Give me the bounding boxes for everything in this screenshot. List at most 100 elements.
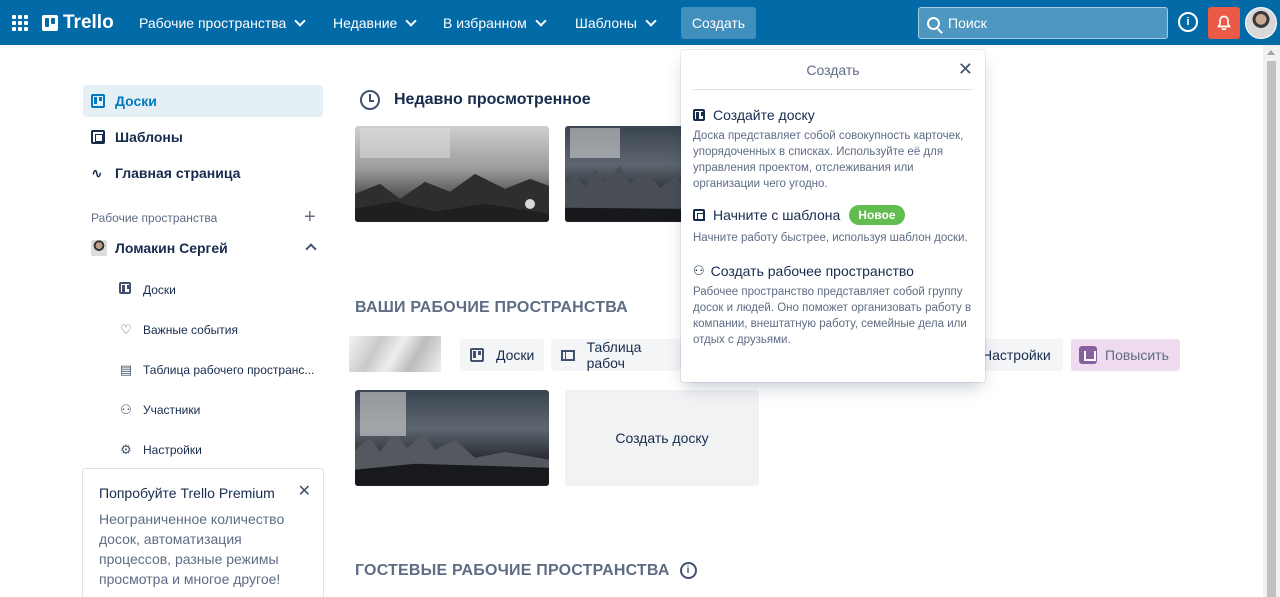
workspace-item-table[interactable]: ▤ Таблица рабочего пространс...	[119, 362, 315, 378]
board-icon	[91, 94, 105, 108]
tab-label: Таблица рабоч	[586, 339, 642, 371]
workspaces-heading: Рабочие пространства	[91, 211, 218, 225]
close-icon[interactable]: ✕	[958, 59, 973, 80]
chevron-down-icon	[535, 14, 547, 27]
logo-text: Trello	[63, 12, 114, 33]
popover-header: Создать ✕	[693, 50, 973, 90]
close-icon[interactable]: ✕	[298, 481, 311, 501]
workspace-item-members[interactable]: ⚇ Участники	[119, 402, 200, 418]
clock-icon	[360, 90, 380, 110]
guest-workspaces-heading: ГОСТЕВЫЕ РАБОЧИЕ ПРОСТРАНСТВА i	[355, 562, 697, 580]
board-icon	[470, 348, 484, 362]
chevron-down-icon	[294, 14, 306, 27]
add-workspace-icon[interactable]: +	[304, 206, 316, 229]
tab-workspace-table[interactable]: Таблица рабоч	[551, 339, 681, 371]
board-tile-workspace-1[interactable]	[355, 390, 549, 486]
create-workspace-option[interactable]: ⚇ Создать рабочее пространство Рабочее п…	[693, 263, 973, 348]
workspace-header[interactable]: Ломакин Сергей	[91, 240, 228, 256]
scrollbar-thumb[interactable]	[1267, 61, 1276, 597]
bell-icon	[1216, 15, 1232, 31]
app-switcher-icon[interactable]	[12, 15, 28, 31]
workspace-item-settings[interactable]: ⚙ Настройки	[119, 442, 202, 458]
trello-logo-icon	[42, 15, 58, 31]
workspace-item-boards[interactable]: Доски	[119, 282, 176, 297]
workspace-item-label: Участники	[143, 403, 201, 417]
board-background	[355, 174, 549, 222]
option-title: Создайте доску	[693, 107, 973, 123]
nav-recent-label: Недавние	[333, 15, 398, 31]
scroll-up-arrow-icon[interactable]	[1267, 50, 1275, 55]
notifications-button[interactable]	[1208, 7, 1240, 39]
recent-title: Недавно просмотренное	[394, 91, 591, 108]
table-icon: ▤	[119, 362, 133, 377]
search-input[interactable]	[948, 15, 1148, 31]
nav-templates[interactable]: Шаблоны	[567, 8, 663, 38]
workspace-avatar	[91, 240, 107, 256]
start-from-template-option[interactable]: Начните с шаблона Новое Начните работу б…	[693, 205, 973, 246]
option-title: ⚇ Создать рабочее пространство	[693, 263, 973, 279]
board-icon	[693, 109, 705, 121]
create-popover: Создать ✕ Создайте доску Доска представл…	[681, 50, 985, 382]
workspace-item-highlights[interactable]: ♡ Важные события	[119, 322, 238, 338]
nav-starred-label: В избранном	[443, 15, 527, 31]
chevron-down-icon	[405, 14, 417, 27]
upgrade-icon	[1079, 346, 1097, 364]
upgrade-button[interactable]: Повысить	[1071, 339, 1180, 371]
option-title-text: Создайте доску	[713, 107, 815, 123]
sidebar-item-label: Главная страница	[115, 165, 241, 181]
board-tile-recent-1[interactable]	[355, 126, 549, 222]
sidebar-item-templates[interactable]: Шаблоны	[83, 121, 323, 153]
your-workspaces-heading: ВАШИ РАБОЧИЕ ПРОСТРАНСТВА	[355, 299, 628, 316]
workspace-name: Ломакин Сергей	[115, 240, 228, 256]
info-icon[interactable]: i	[1178, 12, 1198, 32]
top-navigation-bar: Trello Рабочие пространства Недавние В и…	[0, 0, 1280, 45]
popover-title: Создать	[806, 61, 860, 78]
create-button[interactable]: Создать	[681, 7, 756, 39]
option-description: Доска представляет собой совокупность ка…	[693, 130, 964, 190]
search-box[interactable]	[918, 7, 1168, 39]
option-description: Начните работу быстрее, используя шаблон…	[693, 232, 968, 244]
scrollbar[interactable]	[1263, 45, 1280, 597]
trello-logo[interactable]: Trello	[42, 12, 114, 34]
info-icon[interactable]: i	[679, 562, 697, 580]
sidebar-item-label: Шаблоны	[115, 129, 183, 145]
option-title: Начните с шаблона Новое	[693, 205, 973, 225]
nav-workspaces-label: Рабочие пространства	[139, 15, 287, 31]
new-badge: Новое	[849, 205, 905, 225]
activity-icon: ∿	[91, 164, 103, 181]
nav-starred[interactable]: В избранном	[435, 8, 553, 38]
sidebar-item-boards[interactable]: Доски	[83, 85, 323, 117]
create-board-option[interactable]: Создайте доску Доска представляет собой …	[693, 107, 973, 192]
tab-boards[interactable]: Доски	[460, 339, 545, 371]
tab-label: Доски	[496, 347, 535, 363]
recent-heading: Недавно просмотренное	[360, 90, 591, 110]
tab-settings[interactable]: Настройки	[972, 339, 1063, 371]
members-icon: ⚇	[120, 402, 132, 417]
premium-promo-card: Попробуйте Trello Premium ✕ Неограниченн…	[82, 468, 324, 597]
user-avatar[interactable]	[1245, 7, 1277, 39]
gear-icon: ⚙	[120, 442, 132, 457]
board-icon	[119, 282, 133, 297]
table-icon	[561, 349, 575, 361]
workspace-name-blurred	[349, 336, 441, 372]
board-indicator	[525, 199, 535, 209]
promo-title: Попробуйте Trello Premium	[99, 485, 275, 501]
workspace-item-label: Важные события	[143, 323, 238, 337]
tab-label: Настройки	[982, 347, 1051, 363]
sidebar-item-home[interactable]: ∿ Главная страница	[83, 157, 323, 189]
sidebar-item-label: Доски	[115, 93, 157, 109]
create-board-tile[interactable]: Создать доску	[565, 390, 759, 486]
chevron-down-icon	[645, 14, 657, 27]
nav-recent[interactable]: Недавние	[325, 8, 423, 38]
workspace-item-label: Доски	[143, 282, 176, 297]
nav-workspaces[interactable]: Рабочие пространства	[131, 8, 312, 38]
nav-templates-label: Шаблоны	[575, 15, 637, 31]
board-title-blurred	[570, 128, 620, 158]
chevron-up-icon[interactable]	[305, 243, 317, 255]
workspace-item-label: Таблица рабочего пространс...	[143, 363, 315, 377]
promo-text: Неограниченное количество досок, автомат…	[99, 511, 285, 587]
board-title-blurred	[360, 392, 406, 436]
option-title-text: Начните с шаблона	[713, 207, 841, 223]
template-icon	[91, 130, 105, 144]
option-description: Рабочее пространство представляет собой …	[693, 286, 972, 346]
